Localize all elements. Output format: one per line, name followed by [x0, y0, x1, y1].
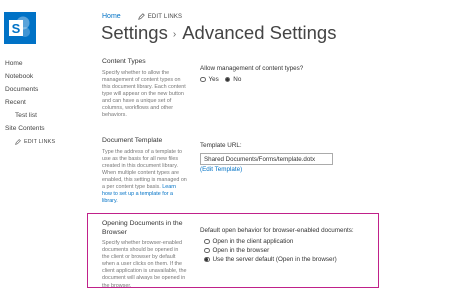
document-template-section: Document Template Type the address of a … [102, 137, 187, 205]
radio-server-default-label: Use the server default (Open in the brow… [212, 255, 337, 263]
nav-item-recent[interactable]: Recent [5, 96, 85, 109]
nav-item-documents[interactable]: Documents [5, 83, 85, 96]
top-nav-home-link[interactable]: Home [102, 13, 121, 20]
radio-yes-label: Yes [208, 75, 219, 83]
opening-documents-section: Opening Documents in the Browser Specify… [102, 220, 187, 290]
content-types-control: Allow management of content types? Yes N… [200, 65, 303, 84]
top-nav: Home EDIT LINKS [102, 13, 182, 20]
radio-server-default[interactable] [204, 256, 210, 263]
open-browser-option[interactable]: Open in the browser [204, 246, 354, 255]
nav-item-home[interactable]: Home [5, 57, 85, 70]
radio-yes[interactable] [200, 76, 206, 83]
content-types-section: Content Types Specify whether to allow t… [102, 58, 187, 119]
document-template-control: Template URL: (Edit Template) [200, 142, 333, 174]
radio-no[interactable] [224, 76, 231, 83]
quick-launch-nav: Home Notebook Documents Recent Test list… [5, 57, 85, 145]
nav-item-notebook[interactable]: Notebook [5, 70, 85, 83]
sharepoint-logo-icon[interactable]: S [4, 12, 36, 44]
breadcrumb-separator-icon: › [172, 28, 177, 40]
template-url-input[interactable] [200, 153, 333, 165]
top-edit-links-label: EDIT LINKS [147, 13, 183, 20]
edit-template-link[interactable]: (Edit Template) [200, 166, 333, 174]
pencil-icon [15, 139, 21, 145]
opening-documents-title: Opening Documents in the Browser [102, 220, 183, 236]
document-template-title: Document Template [102, 137, 163, 144]
template-url-label: Template URL: [200, 142, 242, 149]
content-types-title: Content Types [102, 58, 146, 65]
content-types-label: Allow management of content types? [200, 65, 304, 72]
radio-open-client-label: Open in the client application [212, 237, 294, 245]
radio-open-client[interactable] [204, 238, 210, 245]
document-template-description: Type the address of a template to use as… [102, 149, 187, 206]
content-types-description: Specify whether to allow the management … [102, 69, 186, 119]
content-types-yes-option[interactable]: Yes [200, 75, 219, 84]
nav-edit-links-label: EDIT LINKS [24, 139, 56, 145]
radio-open-browser[interactable] [204, 247, 210, 254]
page-title: Settings › Advanced Settings [101, 22, 336, 44]
svg-text:S: S [12, 21, 21, 36]
opening-documents-control: Default open behavior for browser-enable… [200, 227, 354, 264]
radio-open-browser-label: Open in the browser [212, 246, 270, 254]
page-title-current: Advanced Settings [182, 22, 337, 43]
nav-item-site-contents[interactable]: Site Contents [5, 122, 85, 135]
pencil-icon [137, 13, 145, 20]
open-behavior-label: Default open behavior for browser-enable… [200, 227, 354, 234]
opening-documents-description: Specify whether browser-enabled document… [102, 240, 187, 289]
radio-no-label: No [233, 75, 242, 83]
top-edit-links-button[interactable]: EDIT LINKS [137, 13, 183, 20]
nav-item-test-list[interactable]: Test list [5, 109, 85, 122]
content-types-no-option[interactable]: No [224, 75, 242, 84]
nav-edit-links-button[interactable]: EDIT LINKS [5, 139, 85, 145]
open-client-option[interactable]: Open in the client application [204, 237, 354, 246]
breadcrumb-settings-link[interactable]: Settings [101, 22, 168, 44]
server-default-option[interactable]: Use the server default (Open in the brow… [204, 255, 354, 264]
